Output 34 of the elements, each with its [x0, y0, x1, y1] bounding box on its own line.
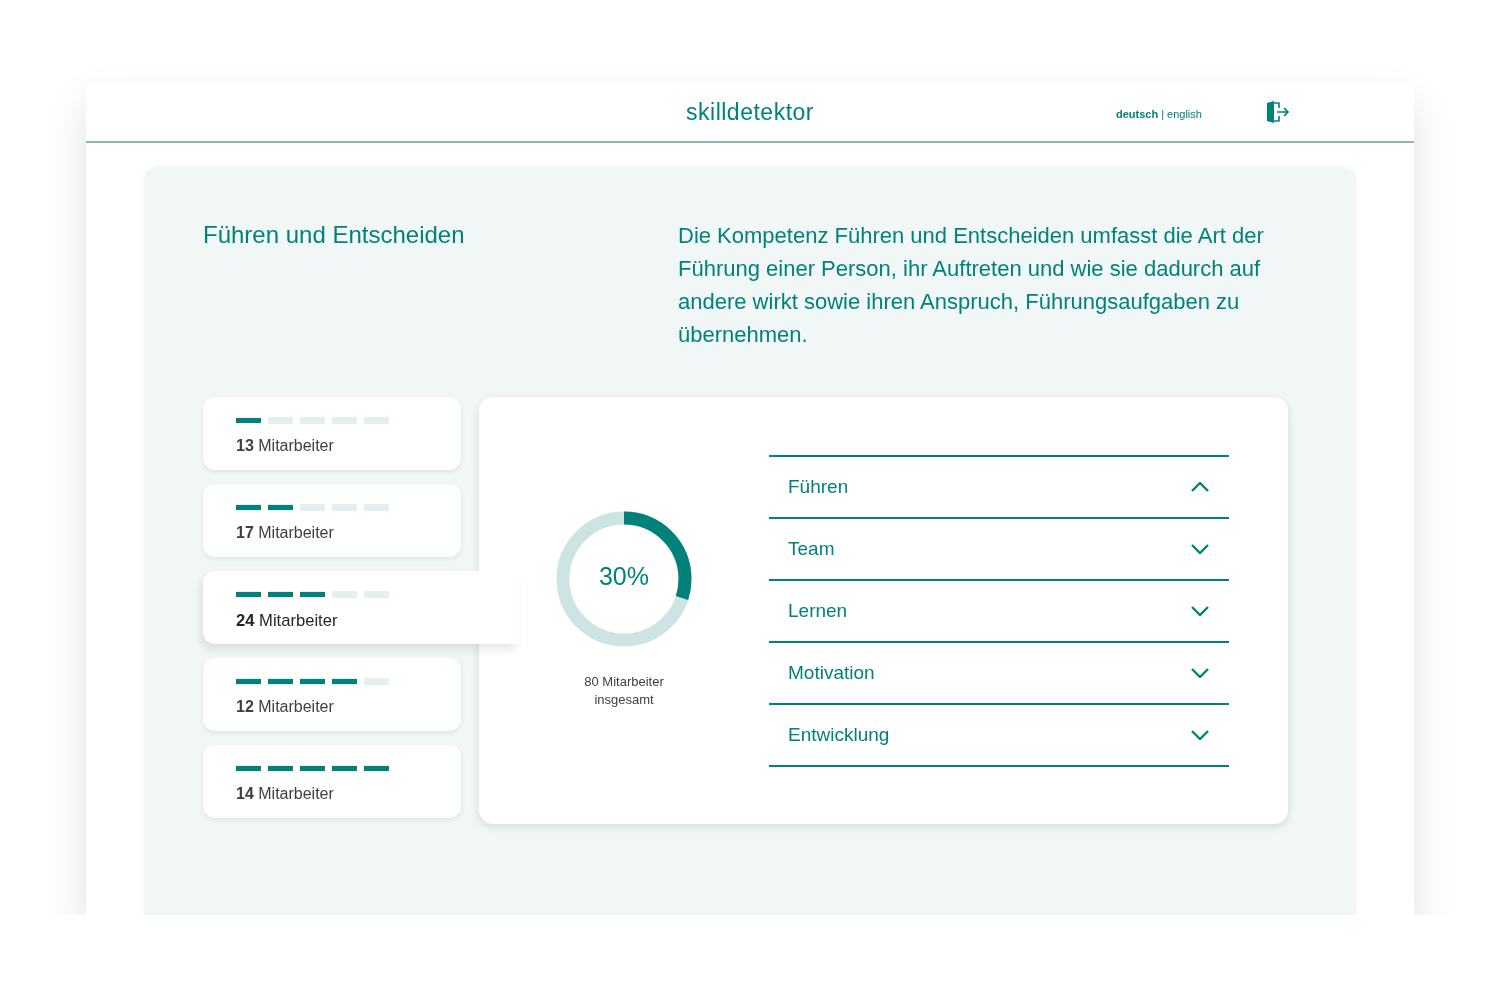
employee-count: 17 Mitarbeiter	[236, 524, 335, 542]
accordion-header[interactable]: Führen	[769, 457, 1229, 519]
accordion-header[interactable]: Lernen	[769, 581, 1229, 643]
percent-value: 30%	[597, 562, 650, 591]
employee-count: 14 Mitarbeiter	[236, 785, 335, 803]
level-card[interactable]: 24 Mitarbeiter	[203, 571, 519, 644]
level-card[interactable]: 17 Mitarbeiter	[203, 484, 461, 557]
competence-title: Führen und Entscheiden	[203, 221, 465, 250]
logout-icon[interactable]	[1265, 101, 1290, 123]
chevron-down-icon	[1191, 606, 1209, 616]
chevron-down-icon	[1191, 544, 1209, 554]
accordion-header[interactable]: Team	[769, 519, 1229, 581]
accordion-label: Führen	[788, 476, 849, 498]
employee-count: 13 Mitarbeiter	[236, 437, 335, 455]
level-card[interactable]: 13 Mitarbeiter	[203, 397, 461, 470]
logo: skilldetektor	[685, 98, 815, 126]
employee-total: 80 Mitarbeiter insgesamt	[583, 673, 665, 709]
competence-description: Die Kompetenz Führen und Entscheiden umfasst die Art der Führung einer Person, ihr Auftreten und wie sie dadurch auf andere wirkt sowie ihren Anspruch, Führungsaufgaben zu übernehmen.	[678, 222, 1265, 349]
language-separator: |	[1161, 108, 1165, 120]
language-link[interactable]: english	[1167, 108, 1202, 120]
accordion-header[interactable]: Entwicklung	[769, 705, 1229, 767]
chevron-up-icon	[1191, 482, 1209, 492]
language-link[interactable]: deutsch	[1116, 108, 1159, 120]
accordion-label: Team	[788, 538, 835, 560]
level-card[interactable]: 12 Mitarbeiter	[203, 658, 461, 731]
employee-count: 24 Mitarbeiter	[236, 611, 339, 631]
employee-count: 12 Mitarbeiter	[236, 698, 335, 716]
level-card[interactable]: 14 Mitarbeiter	[203, 745, 461, 818]
accordion-label: Lernen	[788, 600, 848, 622]
accordion-header[interactable]: Motivation	[769, 643, 1229, 705]
accordion-label: Entwicklung	[788, 724, 890, 746]
accordion-label: Motivation	[788, 662, 875, 684]
chevron-down-icon	[1191, 730, 1209, 740]
chevron-down-icon	[1191, 668, 1209, 678]
